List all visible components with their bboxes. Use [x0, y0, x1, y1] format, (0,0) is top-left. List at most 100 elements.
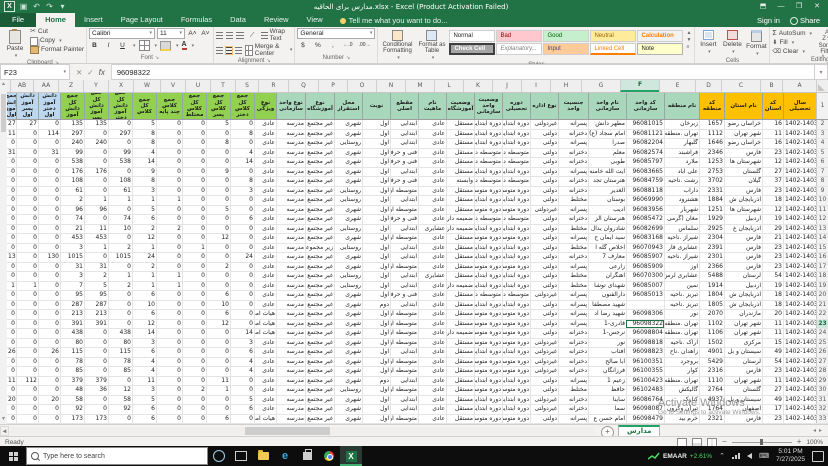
cell-AB4[interactable]: 0 — [38, 139, 60, 148]
column-letter-Y[interactable]: Y — [83, 80, 108, 92]
cell-D6[interactable]: 1253 — [699, 158, 724, 167]
cell-Q15[interactable]: زیر مجموعه — [305, 244, 334, 253]
horizontal-scroll-thumb[interactable] — [245, 427, 330, 435]
cell-AA33[interactable]: 173 — [60, 415, 84, 424]
column-letter-E[interactable]: E — [659, 80, 695, 92]
cell-T12[interactable]: 6 — [230, 215, 254, 224]
cell-style-linked-cell[interactable]: Linked Cell — [590, 43, 636, 55]
cell-G20[interactable]: دارالفنون — [588, 291, 626, 300]
cell-K7[interactable]: دوره ابتدایی فعال — [474, 168, 502, 177]
autosum-button[interactable]: ΣAutoSum▾ — [772, 30, 812, 38]
vertical-scroll-thumb[interactable] — [1, 94, 6, 132]
cell-O30[interactable]: اول — [362, 386, 390, 395]
cell-AB2[interactable]: 0 — [38, 120, 60, 129]
cell-S25[interactable]: عادی — [254, 339, 276, 348]
cell-C20[interactable]: آذربایجان ش — [724, 291, 762, 300]
cell-X16[interactable]: 24 — [132, 253, 156, 262]
cell-P9[interactable]: روستایی — [334, 187, 362, 196]
cell-R4[interactable]: مدرسه — [276, 139, 305, 148]
cell-J4[interactable]: دوره ابتدایی — [502, 139, 530, 148]
cell-S24[interactable]: هیات امنایی — [254, 329, 276, 338]
cell-B6[interactable]: 12 — [762, 158, 783, 167]
column-header-S[interactable]: نوع ویژگی — [254, 93, 276, 119]
cell-P31[interactable]: شهری — [334, 396, 362, 405]
ribbon-tab-formulas[interactable]: Formulas — [172, 13, 221, 27]
cell-E29[interactable]: تهران .منطقه — [664, 377, 699, 386]
cell-S7[interactable]: عادی — [254, 168, 276, 177]
cell-R25[interactable]: مدرسه — [276, 339, 305, 348]
cell-W27[interactable]: 0 — [156, 358, 182, 367]
cell-L4[interactable]: مستقل — [446, 139, 474, 148]
cell-Z13[interactable]: 11 — [84, 225, 108, 234]
cell-N28[interactable]: متوسطه اول — [390, 367, 418, 376]
cell-Q2[interactable]: غیر مجتمع — [305, 120, 334, 129]
cell-O9[interactable]: اول — [362, 187, 390, 196]
cell-F20[interactable]: 96085013 — [626, 291, 664, 300]
cell-B31[interactable]: 49 — [762, 396, 783, 405]
cell-Q6[interactable]: غیر مجتمع — [305, 158, 334, 167]
cell-AC3[interactable]: 0 — [16, 130, 38, 139]
cell-A31[interactable]: 1402-1403 — [783, 396, 816, 405]
cell-J30[interactable]: دوره متوسطه — [502, 386, 530, 395]
cell-H30[interactable]: مختلط — [558, 386, 588, 395]
cell-G14[interactable]: سید ایمان ح — [588, 234, 626, 243]
cell-L21[interactable]: مستقل — [446, 301, 474, 310]
cell-G29[interactable]: زعیم 1 — [588, 377, 626, 386]
cell-O31[interactable]: اول — [362, 396, 390, 405]
cell-Q22[interactable]: غیر مجتمع — [305, 310, 334, 319]
column-header-O[interactable]: نوبت — [362, 93, 390, 119]
cell-W10[interactable]: 1 — [156, 196, 182, 205]
cell-V9[interactable]: 0 — [182, 187, 206, 196]
cell-N22[interactable]: متوسطه اول — [390, 310, 418, 319]
cell-P14[interactable]: شهری — [334, 234, 362, 243]
cell-K6[interactable]: متوسطه دوم فعال — [474, 158, 502, 167]
cell-I28[interactable]: غیردولتی — [530, 367, 558, 376]
cell-AA2[interactable]: 135 — [60, 120, 84, 129]
cell-Z24[interactable]: 0 — [84, 329, 108, 338]
cell-N21[interactable]: ابتدایی — [390, 301, 418, 310]
cell-L11[interactable]: مستقل — [446, 206, 474, 215]
cell-Q24[interactable]: غیر مجتمع — [305, 329, 334, 338]
cell-Z14[interactable]: 453 — [84, 234, 108, 243]
cell-AB11[interactable]: 0 — [38, 206, 60, 215]
cell-V17[interactable]: 0 — [182, 263, 206, 272]
cell-N3[interactable]: ابتدایی — [390, 130, 418, 139]
cell-H14[interactable]: پسرانه — [558, 234, 588, 243]
cell-J6[interactable]: متوسطه دوم — [502, 158, 530, 167]
cell-E13[interactable]: سلماس — [664, 225, 699, 234]
cell-X14[interactable]: 12 — [132, 234, 156, 243]
ribbon-tab-view[interactable]: View — [298, 13, 332, 27]
cell-AA21[interactable]: 287 — [60, 301, 84, 310]
cell-style-good[interactable]: Good — [543, 30, 589, 42]
cell-S11[interactable]: عادی — [254, 206, 276, 215]
insert-function-icon[interactable]: fx — [99, 68, 105, 77]
cell-S21[interactable]: عادی — [254, 301, 276, 310]
customize-qat-icon[interactable]: ▾ — [58, 2, 67, 11]
cell-B13[interactable]: 29 — [762, 225, 783, 234]
cell-C2[interactable]: خراسان رضو — [724, 120, 762, 129]
column-header-Q[interactable]: نوع آموزشگاه — [305, 93, 334, 119]
cell-T13[interactable]: 0 — [230, 225, 254, 234]
cell-U16[interactable]: 0 — [206, 253, 230, 262]
formula-input[interactable]: 96098322 — [112, 64, 815, 80]
cell-S20[interactable]: عادی — [254, 291, 276, 300]
cell-T10[interactable]: 0 — [230, 196, 254, 205]
cell-T5[interactable]: 4 — [230, 149, 254, 158]
cell-K2[interactable]: دوره ابتدایی فعال — [474, 120, 502, 129]
cell-N25[interactable]: متوسطه اول — [390, 339, 418, 348]
cell-AB9[interactable]: 0 — [38, 187, 60, 196]
align-center-icon[interactable] — [226, 47, 233, 54]
cell-style-note[interactable]: Note — [637, 43, 683, 55]
cell-F2[interactable]: 96081015 — [626, 120, 664, 129]
cell-D15[interactable]: 2391 — [699, 244, 724, 253]
horizontal-scrollbar[interactable] — [10, 427, 595, 435]
cell-H10[interactable]: مختلط — [558, 196, 588, 205]
cell-L18[interactable]: مستقل — [446, 272, 474, 281]
cell-D19[interactable]: 1914 — [699, 282, 724, 291]
taskbar-cortana-button[interactable] — [208, 446, 230, 466]
cell-Z7[interactable]: 176 — [84, 168, 108, 177]
cell-U4[interactable]: 8 — [206, 139, 230, 148]
cell-AD5[interactable]: 31 — [7, 149, 16, 158]
row-number-29[interactable]: 29 — [816, 377, 828, 386]
cell-Q13[interactable]: غیر مجتمع — [305, 225, 334, 234]
